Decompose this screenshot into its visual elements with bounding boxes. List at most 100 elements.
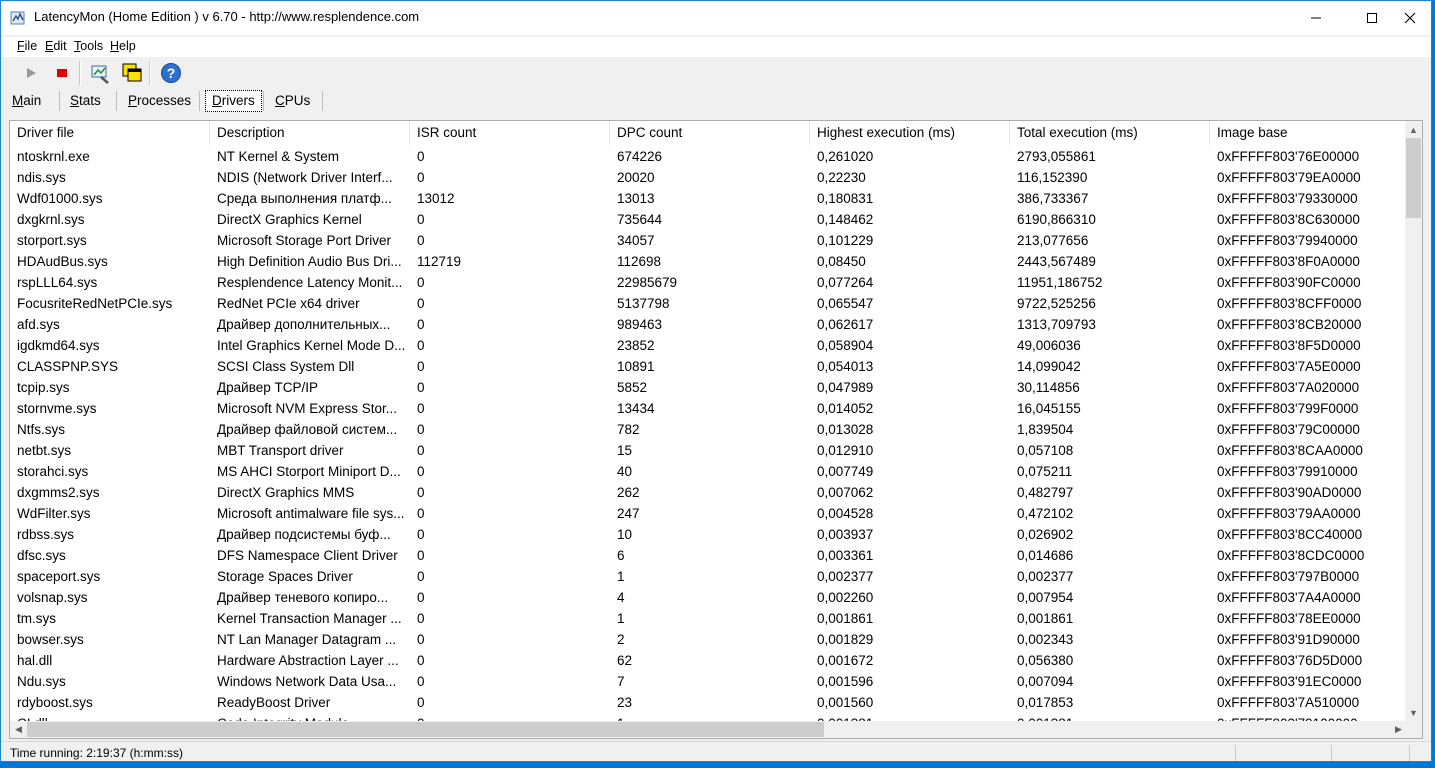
table-row[interactable]: dxgmms2.sys DirectX Graphics MMS 0 262 0,007…: [10, 482, 1410, 503]
tab-stats[interactable]: Stats: [64, 90, 107, 112]
table-row[interactable]: Wdf01000.sys Среда выполнения платф... 130…: [10, 188, 1410, 209]
table-row[interactable]: rspLLL64.sys Resplendence Latency Monit..…: [10, 272, 1410, 293]
cell-highest-execution: 0,007062: [817, 485, 874, 500]
title-bar[interactable]: LatencyMon (Home Edition ) v 6.70 - http…: [1, 1, 1431, 35]
cell-driver-file: stornvme.sys: [17, 401, 97, 416]
cell-driver-file: Wdf01000.sys: [17, 191, 103, 206]
table-row[interactable]: ntoskrnl.exe NT Kernel & System 0 674226 0,2…: [10, 146, 1410, 167]
column-header-isr-count[interactable]: ISR count: [410, 121, 610, 145]
menu-edit[interactable]: Edit: [45, 39, 67, 53]
drivers-list[interactable]: Driver file Description ISR count DPC co…: [9, 120, 1423, 739]
cell-image-base: 0xFFFFF803'79100000: [1210, 713, 1410, 721]
cell-driver-file: bowser.sys: [17, 632, 84, 647]
cell-total-execution: 6190,866310: [1017, 212, 1096, 227]
table-row[interactable]: Ndu.sys Windows Network Data Usa... 0 7 0,00…: [10, 671, 1410, 692]
table-row[interactable]: storahci.sys MS AHCI Storport Miniport D.…: [10, 461, 1410, 482]
table-row[interactable]: ndis.sys NDIS (Network Driver Interf... 0 2…: [10, 167, 1410, 188]
cell-description: Драйвер теневого копиро...: [217, 590, 389, 605]
table-row[interactable]: dxgkrnl.sys DirectX Graphics Kernel 0 73564…: [10, 209, 1410, 230]
cell-dpc-count: 23: [617, 695, 633, 710]
tab-cpus[interactable]: CPUs: [269, 90, 316, 112]
cell-image-base: 0xFFFFF803'79EA0000: [1217, 170, 1361, 185]
table-row[interactable]: HDAudBus.sys High Definition Audio Bus Dr…: [10, 251, 1410, 272]
cell-driver-file: ntoskrnl.exe: [17, 149, 90, 164]
cell-total-execution: 0,017853: [1017, 695, 1074, 710]
column-header-image-base[interactable]: Image base: [1210, 121, 1410, 145]
cell-isr-count: 0: [417, 296, 425, 311]
vertical-scrollbar[interactable]: ▲ ▼: [1405, 121, 1422, 721]
table-row[interactable]: tm.sys Kernel Transaction Manager ... 0 1 0,…: [10, 608, 1410, 629]
cell-total-execution: 1313,709793: [1017, 317, 1096, 332]
start-monitor-button[interactable]: [19, 61, 43, 85]
stop-monitor-button[interactable]: [50, 61, 74, 85]
cell-image-base: 0xFFFFF803'8CAA0000: [1217, 443, 1363, 458]
table-row[interactable]: afd.sys Драйвер дополнительных... 0 989463 0…: [10, 314, 1410, 335]
table-row[interactable]: Ntfs.sys Драйвер файловой систем... 0 782 0,…: [10, 419, 1410, 440]
cell-isr-count: 0: [417, 401, 425, 416]
scroll-up-icon[interactable]: ▲: [1405, 121, 1422, 138]
table-row[interactable]: CI.dllCode Integrity Module010,0013810,0…: [10, 713, 1410, 721]
cell-description: Драйвер файловой систем...: [217, 422, 398, 437]
scroll-down-icon[interactable]: ▼: [1405, 704, 1422, 721]
cell-highest-execution: 0,22230: [817, 170, 866, 185]
horizontal-scrollbar[interactable]: ◀ ▶: [10, 721, 1407, 738]
cell-highest-execution: 0,08450: [817, 254, 866, 269]
cell-driver-file: hal.dll: [17, 653, 53, 668]
latencymon-app-icon: [10, 10, 26, 26]
cell-total-execution: 386,733367: [1017, 191, 1089, 206]
column-header-driver-file[interactable]: Driver file: [10, 121, 210, 145]
table-row[interactable]: FocusriteRedNetPCIe.sys RedNet PCIe x64 d…: [10, 293, 1410, 314]
cell-dpc-count: 62: [617, 653, 633, 668]
tab-processes[interactable]: Processes: [122, 90, 197, 112]
tab-drivers[interactable]: Drivers: [205, 90, 262, 112]
table-row[interactable]: igdkmd64.sys Intel Graphics Kernel Mode D…: [10, 335, 1410, 356]
column-header-highest-execution[interactable]: Highest execution (ms): [810, 121, 1010, 145]
copy-report-button[interactable]: [120, 61, 144, 85]
horizontal-scroll-thumb[interactable]: [27, 722, 824, 737]
cell-dpc-count: 782: [617, 422, 640, 437]
cell-total-execution: 116,152390: [1017, 170, 1088, 185]
status-divider: [1331, 745, 1332, 761]
close-button[interactable]: [1387, 1, 1433, 35]
cell-driver-file: dxgkrnl.sys: [17, 212, 85, 227]
analyze-button[interactable]: [88, 61, 112, 85]
vertical-scroll-thumb[interactable]: [1406, 138, 1421, 218]
cell-highest-execution: 0,180831: [817, 191, 874, 206]
table-row[interactable]: netbt.sys MBT Transport driver 0 15 0,012910…: [10, 440, 1410, 461]
table-row[interactable]: rdyboost.sys ReadyBoost Driver 0 23 0,001560…: [10, 692, 1410, 713]
table-row[interactable]: volsnap.sys Драйвер теневого копиро... 0 4 0…: [10, 587, 1410, 608]
column-header-description[interactable]: Description: [210, 121, 410, 145]
table-row[interactable]: storport.sys Microsoft Storage Port Drive…: [10, 230, 1410, 251]
help-button[interactable]: ?: [159, 61, 183, 85]
cell-dpc-count: 7: [617, 674, 625, 689]
column-header-dpc-count[interactable]: DPC count: [610, 121, 810, 145]
menu-help[interactable]: Help: [110, 39, 136, 53]
table-row[interactable]: CLASSPNP.SYS SCSI Class System Dll 0 10891 0…: [10, 356, 1410, 377]
cell-total-execution: 2443,567489: [1017, 254, 1096, 269]
table-row[interactable]: dfsc.sys DFS Namespace Client Driver 0 6 0,0…: [10, 545, 1410, 566]
menu-tools[interactable]: Tools: [74, 39, 103, 53]
table-row[interactable]: WdFilter.sys Microsoft antimalware file s…: [10, 503, 1410, 524]
table-row[interactable]: rdbss.sys Драйвер подсистемы буф... 0 10 0,0…: [10, 524, 1410, 545]
minimize-button[interactable]: [1293, 1, 1339, 35]
table-row[interactable]: bowser.sys NT Lan Manager Datagram ... 0 2 0…: [10, 629, 1410, 650]
cell-image-base: 0xFFFFF803'8F0A0000: [1217, 254, 1360, 269]
cell-total-execution: 9722,525256: [1017, 296, 1096, 311]
cell-driver-file: dfsc.sys: [17, 548, 66, 563]
svg-text:?: ?: [167, 65, 176, 81]
cell-dpc-count: 23852: [617, 338, 655, 353]
menu-file[interactable]: File: [17, 39, 37, 53]
table-row[interactable]: hal.dll Hardware Abstraction Layer ... 0 62…: [10, 650, 1410, 671]
cell-description: DirectX Graphics Kernel: [217, 212, 362, 227]
cell-isr-count: 0: [417, 443, 425, 458]
table-row[interactable]: stornvme.sys Microsoft NVM Express Stor..…: [10, 398, 1410, 419]
table-row[interactable]: spaceport.sys Storage Spaces Driver 0 1 0,00…: [10, 566, 1410, 587]
tab-main[interactable]: Main: [6, 90, 47, 112]
cell-dpc-count: 13013: [617, 191, 655, 206]
scroll-left-icon[interactable]: ◀: [10, 721, 27, 738]
cell-driver-file: Ntfs.sys: [17, 422, 66, 437]
column-header-total-execution[interactable]: Total execution (ms): [1010, 121, 1210, 145]
cell-total-execution: 30,114856: [1017, 380, 1080, 395]
cell-total-execution: 0,001861: [1017, 611, 1074, 626]
table-row[interactable]: tcpip.sys Драйвер TCP/IP 0 5852 0,047989 30,1…: [10, 377, 1410, 398]
